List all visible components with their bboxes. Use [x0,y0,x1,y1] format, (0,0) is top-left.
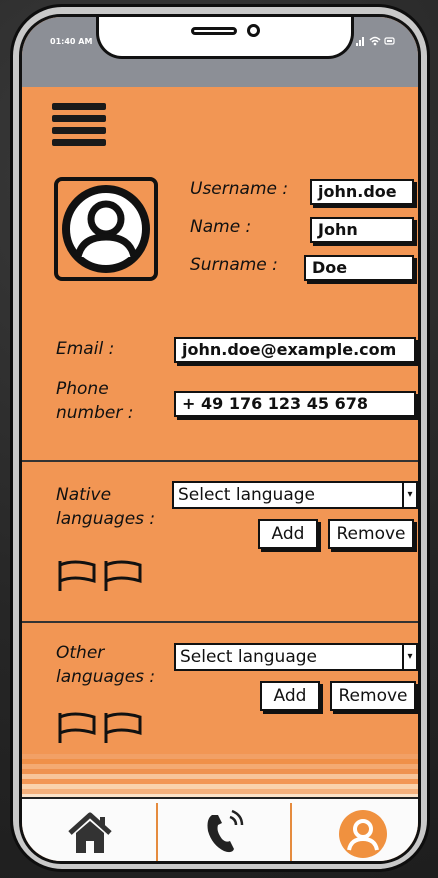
other-add-button[interactable]: Add [260,681,320,711]
username-label: Username : [190,179,289,199]
flag-icon [104,560,142,591]
native-add-button[interactable]: Add [258,519,318,549]
user-avatar-icon [62,185,150,273]
bottom-nav [22,797,418,861]
surname-field[interactable]: Doe [304,255,414,281]
status-bar: 01:40 AM [22,17,418,87]
flag-icon [104,712,142,743]
email-field[interactable]: john.doe@example.com [174,337,416,363]
phone-call-icon [207,809,244,853]
native-language-select[interactable]: Select language ▾ [172,481,418,509]
native-flags [58,560,142,591]
status-time: 01:40 AM [50,37,93,46]
other-remove-button[interactable]: Remove [330,681,416,711]
section-divider [22,460,418,462]
menu-icon[interactable] [52,103,106,147]
system-icons [356,35,396,50]
home-icon [68,812,112,853]
name-label: Name : [190,217,252,237]
native-languages-label-line2: languages : [56,509,156,529]
chevron-down-icon[interactable]: ▾ [402,483,416,507]
surname-label: Surname : [190,255,278,275]
native-languages-label-line1: Native [56,485,112,505]
flag-icon [58,712,96,743]
phone-notch [96,17,354,59]
flag-icon [58,560,96,591]
speaker-icon [191,27,237,35]
other-languages-label-line1: Other [56,643,105,663]
native-remove-button[interactable]: Remove [328,519,414,549]
other-language-select[interactable]: Select language ▾ [174,643,418,671]
phone-screen: 01:40 AM Username : john.doe Name: John… [19,14,421,864]
phone-field[interactable]: + 49 176 123 45 678 [174,391,416,417]
nav-call[interactable] [158,799,290,861]
native-language-select-value: Select language [178,485,315,505]
name-field[interactable]: John [310,217,414,243]
username-field[interactable]: john.doe [310,179,414,205]
scroll-fade [22,749,418,799]
chevron-down-icon[interactable]: ▾ [402,645,416,669]
other-flags [58,712,142,743]
other-languages-label-line2: languages : [56,667,156,687]
signal-wifi-battery-icon [356,36,395,46]
other-language-select-value: Select language [180,647,317,667]
profile-picture[interactable] [54,177,158,281]
email-label: Email : [56,339,115,359]
phone-label-line1: Phone [56,379,109,399]
nav-profile[interactable] [292,799,418,861]
nav-home[interactable] [22,799,156,861]
phone-label-line2: number : [56,403,134,423]
profile-icon [339,810,387,858]
camera-icon [247,24,260,37]
section-divider [22,621,418,623]
